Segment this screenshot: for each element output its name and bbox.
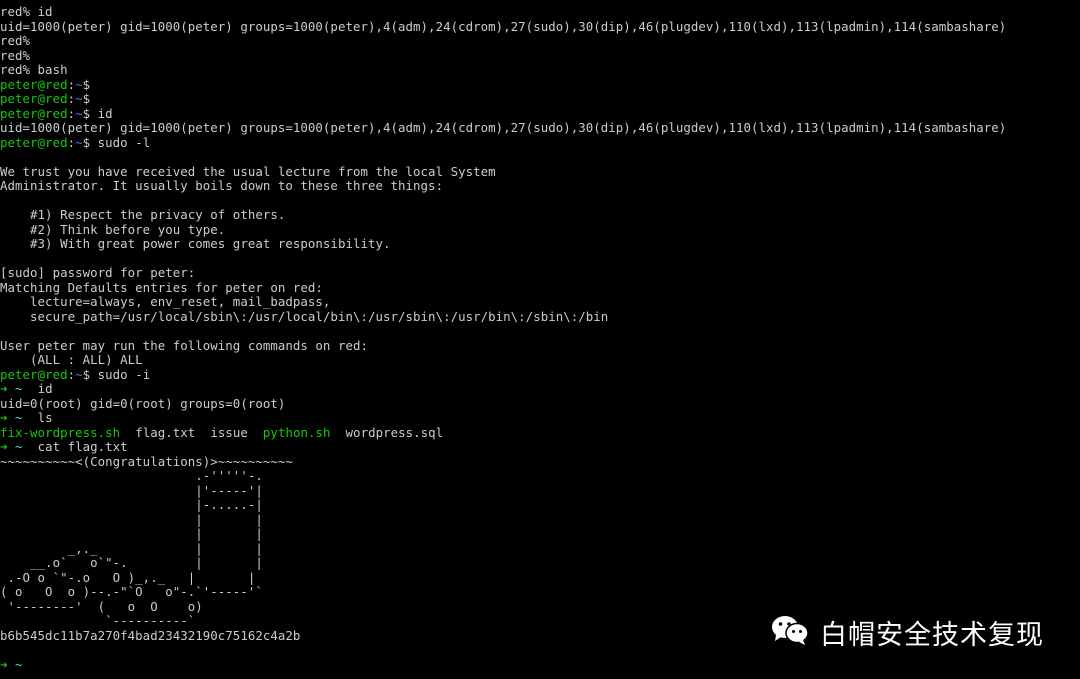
prompt-symbol: $ [82,105,91,121]
prompt-path: ~ [75,91,83,106]
prompt-path: ~ [15,439,23,454]
prompt-path: ~ [75,134,83,150]
terminal-line: Administrator. It usually boils down to … [0,178,444,193]
terminal-line: User peter may run the following command… [0,337,368,353]
file-name: wordpress.sql [345,424,444,440]
watermark: 白帽安全技术复现 [770,612,1044,652]
prompt-arrow-icon: ➜ [0,439,8,454]
terminal-line: |'-----'| [0,482,263,498]
terminal-line: ➜ ~ cat flag.txt [0,439,128,455]
prompt-symbol: $ [82,134,91,150]
prompt-path: ~ [15,656,23,672]
terminal-line: secure_path=/usr/local/sbin\:/usr/local/… [0,308,609,324]
terminal-line: ( o O o )--.-"`O o"-.`'-----'` [0,584,263,599]
terminal-line: #1) Respect the privacy of others. [0,207,286,222]
terminal-line: fix-wordpress.sh flag.txt issue python.s… [0,424,444,441]
terminal-line: ➜ ~ id [0,381,53,397]
terminal-line: #3) With great power comes great respons… [0,236,391,251]
terminal-line: peter@red:~$ [0,76,91,93]
file-name: fix-wordpress.sh [0,424,121,440]
terminal-line: .-O o `"-.o O )_,._ | | [0,569,256,585]
prompt-user: peter@red [0,91,68,106]
command-text: sudo -i [90,366,151,382]
prompt-separator: : [67,366,76,382]
terminal-line: (ALL : ALL) ALL [0,352,143,367]
terminal-line: .-'''''-. [0,468,263,483]
terminal-line: uid=0(root) gid=0(root) groups=0(root) [0,395,286,411]
prompt-separator: : [67,105,76,121]
terminal-line: peter@red:~$ id [0,105,113,122]
terminal-line: red% [0,47,31,63]
terminal-line: |-.....-| [0,497,263,512]
terminal-line: red% id [0,5,53,19]
prompt-separator: : [67,91,76,106]
terminal-line: | | [0,511,263,527]
terminal-line: #2) Think before you type. [0,221,226,237]
file-name: issue [210,424,248,440]
file-name: flag.txt [135,424,196,440]
terminal-line: __.o` o`"-. | | [0,555,263,570]
terminal-line: lecture=always, env_reset, mail_badpass, [0,294,331,309]
prompt-symbol: $ [82,76,91,92]
prompt-path: ~ [15,410,23,425]
terminal-line: red% bash [0,62,68,77]
command-text: id [22,381,53,396]
command-text: cat flag.txt [22,439,128,454]
prompt-user: peter@red [0,76,68,92]
prompt-path: ~ [15,381,23,396]
terminal-line: ➜ ~ ls [0,410,53,426]
terminal-output[interactable]: red% id uid=1000(peter) gid=1000(peter) g… [0,5,1080,679]
terminal-line: peter@red:~$ [0,91,91,107]
terminal-line: Matching Defaults entries for peter on r… [0,279,323,295]
watermark-text: 白帽安全技术复现 [820,619,1044,651]
prompt-path: ~ [75,366,83,382]
prompt-user: peter@red [0,366,68,382]
terminal-line: peter@red:~$ sudo -i [0,366,151,383]
prompt-symbol: $ [82,91,91,106]
command-text: id [90,105,113,121]
terminal-line: '--------' ( o O o) [0,598,203,614]
file-name: python.sh [262,424,331,440]
prompt-separator: : [67,76,76,92]
prompt-user: peter@red [0,134,68,150]
terminal-line: _,._ | | [0,540,263,556]
terminal-line: b6b545dc11b7a270f4bad23432190c75162c4a2b [0,627,301,643]
terminal-line: We trust you have received the usual lec… [0,163,496,179]
prompt-path: ~ [75,105,83,121]
command-text: sudo -l [90,134,151,150]
terminal-line: peter@red:~$ sudo -l [0,134,151,151]
terminal-line: red% [0,33,31,48]
command-text: ls [22,410,53,425]
terminal-line: ➜ ~ [0,656,23,673]
prompt-arrow-icon: ➜ [0,381,8,396]
wechat-icon [770,613,810,651]
terminal-line: uid=1000(peter) gid=1000(peter) groups=1… [0,120,1007,135]
prompt-path: ~ [75,76,83,92]
terminal-line: uid=1000(peter) gid=1000(peter) groups=1… [0,18,1007,34]
prompt-arrow-icon: ➜ [0,656,8,672]
prompt-separator: : [67,134,76,150]
prompt-arrow-icon: ➜ [0,410,8,425]
terminal-line: [sudo] password for peter: [0,265,196,280]
terminal-line: ~~~~~~~~~~<(Congratulations)>~~~~~~~~~~ [0,453,293,469]
terminal-line: `----------` [0,613,196,628]
prompt-symbol: $ [82,366,91,382]
terminal-line: | | [0,526,263,541]
prompt-user: peter@red [0,105,68,121]
